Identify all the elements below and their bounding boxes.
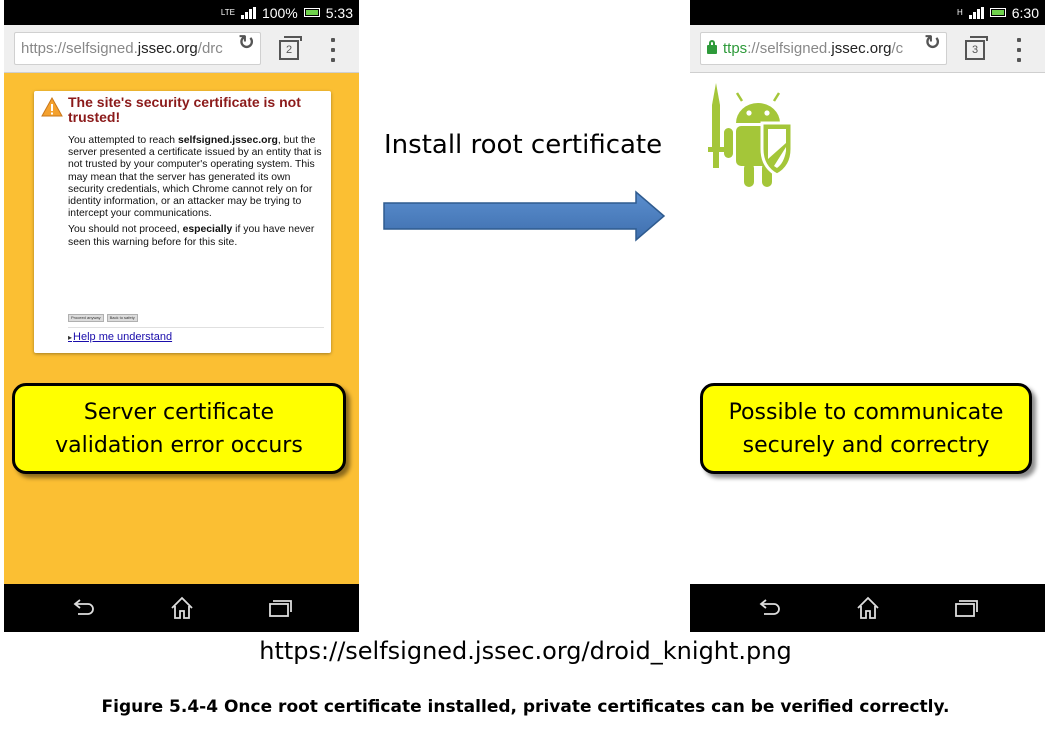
home-icon[interactable] — [853, 594, 883, 622]
url-caption: https://selfsigned.jssec.org/droid_knigh… — [259, 637, 792, 665]
arrow-label: Install root certificate — [384, 130, 663, 160]
callout-line-1: Possible to communicate — [728, 399, 1004, 425]
address-bar[interactable]: ttps://selfsigned.jssec.org/c — [700, 32, 947, 65]
address-bar[interactable]: https://selfsigned.jssec.org/drc — [14, 32, 261, 65]
callout-line-2: validation error occurs — [55, 432, 303, 458]
url-subdomain: signed. — [89, 40, 138, 57]
warning-body: You attempted to reach selfsigned.jssec.… — [68, 135, 324, 253]
right-arrow-icon — [383, 190, 666, 242]
battery-icon — [303, 8, 320, 17]
figure-caption: Figure 5.4-4 Once root certificate insta… — [101, 697, 950, 717]
overflow-menu-icon[interactable] — [1016, 38, 1022, 62]
body2-a: You should not proceed, — [68, 224, 183, 236]
callout-line-2: securely and correctry — [742, 432, 990, 458]
back-icon[interactable] — [754, 594, 784, 622]
battery-icon — [989, 8, 1006, 17]
browser-toolbar: ttps://selfsigned.jssec.org/c ↻ 3 — [690, 25, 1045, 73]
body-rest: , but the server presented a certificate… — [68, 135, 322, 220]
right-phone-screenshot: H 6:30 ttps://selfsigned.jssec.org/c ↻ 3 — [690, 0, 1045, 632]
recent-apps-icon[interactable] — [265, 594, 295, 622]
signal-icon — [240, 6, 256, 19]
url-path: /drc — [197, 40, 223, 57]
url-prefix: ://self — [747, 40, 784, 57]
url-domain: jssec.org — [137, 40, 198, 57]
clock: 5:33 — [325, 4, 353, 21]
tab-switcher-button[interactable]: 3 — [965, 36, 988, 60]
success-callout: Possible to communicate securely and cor… — [700, 383, 1032, 474]
reload-icon[interactable]: ↻ — [238, 30, 255, 54]
warning-title: The site's security certificate is not t… — [68, 94, 301, 125]
status-bar: LTE 100% 5:33 — [4, 0, 359, 25]
android-nav-bar — [4, 584, 359, 632]
network-indicator: H — [956, 7, 963, 17]
overflow-menu-icon[interactable] — [330, 38, 336, 62]
page-content: The site's security certificate is not t… — [4, 73, 359, 584]
back-icon[interactable] — [68, 594, 98, 622]
url-scheme: ttps — [723, 40, 748, 57]
tab-switcher-button[interactable]: 2 — [279, 36, 302, 60]
error-callout: Server certificate validation error occu… — [12, 383, 346, 474]
divider — [68, 327, 324, 328]
recent-apps-icon[interactable] — [951, 594, 981, 622]
android-nav-bar — [690, 584, 1045, 632]
reload-icon[interactable]: ↻ — [924, 30, 941, 54]
clock: 6:30 — [1011, 4, 1039, 21]
lte-indicator: LTE — [220, 7, 235, 17]
status-bar: H 6:30 — [690, 0, 1045, 25]
page-content — [690, 73, 1045, 584]
body2-emphasis: especially — [182, 224, 233, 236]
body-intro: You attempted to reach — [68, 135, 178, 146]
warning-buttons: Proceed anyway Back to safety — [68, 314, 138, 322]
signal-icon — [968, 6, 984, 19]
home-icon[interactable] — [167, 594, 197, 622]
battery-percent: 100% — [261, 4, 298, 21]
security-warning-card: The site's security certificate is not t… — [34, 91, 331, 353]
url-path: /c — [891, 40, 904, 57]
proceed-anyway-button[interactable]: Proceed anyway — [68, 314, 104, 322]
help-me-understand-link[interactable]: Help me understand — [68, 331, 172, 343]
lock-icon — [707, 40, 717, 54]
url-subdomain: signed. — [783, 40, 832, 57]
browser-toolbar: https://selfsigned.jssec.org/drc ↻ 2 — [4, 25, 359, 73]
callout-line-1: Server certificate — [83, 399, 275, 425]
body-host: selfsigned.jssec.org — [177, 135, 278, 146]
warning-icon — [41, 97, 63, 117]
left-phone-screenshot: LTE 100% 5:33 https://selfsigned.jssec.o… — [4, 0, 359, 632]
droid-knight-image — [708, 83, 794, 187]
url-prefix: https://self — [21, 40, 90, 57]
url-domain: jssec.org — [831, 40, 892, 57]
back-to-safety-button[interactable]: Back to safety — [106, 314, 138, 322]
